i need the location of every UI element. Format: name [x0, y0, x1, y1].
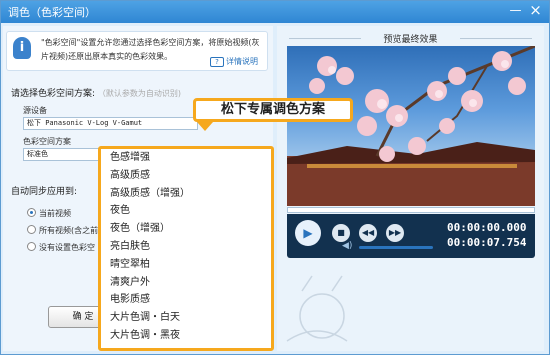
- apply-section-title: 自动同步应用到:: [11, 187, 78, 197]
- help-icon: ?: [210, 57, 224, 67]
- dropdown-option[interactable]: 亮白肤色: [101, 238, 271, 256]
- cherry-blossom-illustration: [287, 46, 535, 206]
- color-space-select[interactable]: 标准色: [23, 148, 101, 161]
- close-button[interactable]: ×: [527, 2, 544, 19]
- volume-icon[interactable]: ◀): [342, 241, 352, 251]
- play-icon[interactable]: ▶: [295, 220, 321, 246]
- info-icon: i: [13, 37, 31, 59]
- color-scheme-dropdown: 色感增强 高级质感 高级质感（增强） 夜色 夜色（增强） 亮白肤色 晴空翠柏 清…: [98, 146, 274, 351]
- color-dialog: 调色（色彩空间） — × i "色彩空间"设置允许您通过选择色彩空间方案，将原始…: [0, 0, 550, 355]
- player-controls: ▶ ■ ◀◀ ▶▶ ◀) 00:00:00.000 00:00:07.754: [287, 214, 535, 258]
- radio-all-videos[interactable]: 所有视频(含之前: [27, 225, 98, 236]
- panasonic-scheme-callout: 松下专属调色方案: [193, 98, 353, 122]
- total-time: 00:00:07.754: [447, 236, 527, 249]
- radio-unset-videos[interactable]: 没有设置色彩空: [27, 242, 95, 253]
- volume-slider[interactable]: [359, 246, 433, 249]
- dropdown-option[interactable]: 大片色调・白天: [101, 309, 271, 327]
- info-box: i "色彩空间"设置允许您通过选择色彩空间方案，将原始视频(灰片视频)还原出原本…: [6, 31, 268, 71]
- dropdown-option[interactable]: 高级质感（增强）: [101, 185, 271, 203]
- preview-panel: 预览最终效果 ▶ ■ ◀◀ ▶▶ ◀) 00:00:00.000 00:00:0…: [277, 26, 544, 351]
- scheme-title-text: 请选择色彩空间方案:: [11, 89, 96, 99]
- source-device-select[interactable]: 松下 Panasonic V-Log V-Gamut: [23, 117, 198, 130]
- dropdown-option[interactable]: 色感增强: [101, 149, 271, 167]
- dropdown-option[interactable]: 高级质感: [101, 167, 271, 185]
- radio-label: 没有设置色彩空: [39, 243, 95, 252]
- detail-link[interactable]: ? 详情说明: [210, 56, 258, 67]
- skip-forward-icon[interactable]: ▶▶: [386, 224, 404, 242]
- preview-image: [287, 46, 535, 206]
- dropdown-option[interactable]: 夜色（增强）: [101, 220, 271, 238]
- decorative-sketch: [286, 275, 348, 342]
- dropdown-option[interactable]: 清爽户外: [101, 274, 271, 292]
- callout-pointer: [197, 122, 213, 131]
- radio-indicator: [27, 242, 36, 251]
- color-space-label: 色彩空间方案: [23, 137, 71, 146]
- divider: [460, 38, 532, 39]
- title-bar: 调色（色彩空间） — ×: [1, 1, 549, 23]
- stop-icon[interactable]: ■: [332, 224, 350, 242]
- minimize-button[interactable]: —: [507, 2, 524, 19]
- detail-link-label: 详情说明: [226, 57, 258, 66]
- radio-current-video[interactable]: 当前视频: [27, 208, 71, 219]
- dropdown-option[interactable]: 夜色: [101, 202, 271, 220]
- dropdown-option[interactable]: 晴空翠柏: [101, 256, 271, 274]
- radio-indicator: [27, 225, 36, 234]
- radio-label: 当前视频: [39, 209, 71, 218]
- dropdown-option[interactable]: 大片色调・黑夜: [101, 327, 271, 345]
- radio-indicator: [27, 208, 36, 217]
- current-time: 00:00:00.000: [447, 221, 527, 234]
- scheme-section-title: 请选择色彩空间方案: （默认参数为自动识别): [11, 86, 181, 99]
- source-device-label: 源设备: [23, 106, 47, 115]
- scheme-hint: （默认参数为自动识别): [97, 89, 182, 98]
- window-title: 调色（色彩空间）: [8, 6, 96, 19]
- radio-label: 所有视频(含之前: [39, 226, 99, 235]
- dropdown-option[interactable]: 电影质感: [101, 291, 271, 309]
- skip-back-icon[interactable]: ◀◀: [359, 224, 377, 242]
- seek-bar[interactable]: [287, 207, 535, 213]
